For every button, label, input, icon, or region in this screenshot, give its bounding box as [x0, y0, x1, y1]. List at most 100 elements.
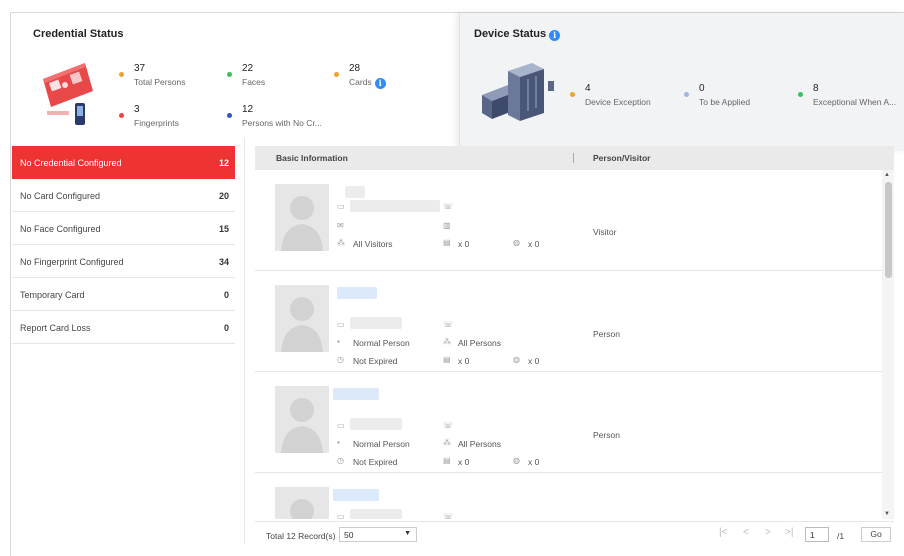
credential-status-panel: Credential Status 37 Total Persons 22 Fa… [11, 13, 459, 151]
page-number-value: 1 [810, 530, 815, 540]
info-icon[interactable]: i [374, 78, 386, 89]
avatar [275, 487, 329, 519]
blurred-name [333, 388, 379, 400]
id-card-icon: ▭ [337, 202, 345, 211]
stat-label: Device Exception [585, 97, 651, 107]
fingerprint-icon: ◍ [513, 456, 520, 465]
filter-item-count: 15 [218, 224, 229, 234]
page-size-select[interactable]: 50 ▼ [339, 527, 417, 542]
table-row[interactable]: ▭ ☏ ▪ Normal Person ⁂ All Persons ◷ Not … [255, 372, 882, 473]
row-card-count: x 0 [458, 239, 470, 249]
status-dot [227, 113, 232, 118]
stat-value: 0 [699, 83, 705, 94]
filter-item-report-card-loss[interactable]: Report Card Loss 0 [12, 311, 235, 344]
filter-item-count: 20 [218, 191, 229, 201]
clock-icon: ◷ [337, 456, 344, 465]
page-number-input[interactable]: 1 [805, 527, 829, 542]
stat-label: To be Applied [699, 97, 751, 107]
stat-label: Fingerprints [134, 118, 179, 128]
stat-value: 4 [585, 83, 591, 94]
table-row[interactable]: ▭ ☏ ▪ Normal Person ⁂ All Persons ◷ Not … [255, 271, 882, 372]
row-person-type: Person [593, 430, 620, 440]
status-dot [227, 72, 232, 77]
filter-item-label: Report Card Loss [20, 323, 91, 333]
first-page-icon[interactable]: |< [719, 527, 727, 538]
group-icon: ⁂ [443, 438, 451, 447]
stat-value: 12 [242, 104, 254, 115]
device-status-title: Device Status i [474, 28, 561, 41]
stat-value: 37 [134, 63, 146, 74]
filter-item-label: Temporary Card [20, 290, 85, 300]
scroll-down-icon[interactable]: ▼ [884, 511, 890, 517]
row-group: All Visitors [353, 239, 393, 249]
table-header: Basic Information Person/Visitor [255, 146, 894, 170]
scroll-up-icon[interactable]: ▲ [884, 172, 890, 178]
row-card-count: x 0 [458, 356, 470, 366]
scrollbar[interactable]: ▲ ▼ [882, 170, 894, 519]
filter-item-label: No Face Configured [20, 224, 101, 234]
go-button[interactable]: Go [861, 527, 891, 542]
filter-item-temporary-card[interactable]: Temporary Card 0 [12, 278, 235, 311]
row-fingerprint-count: x 0 [528, 356, 540, 366]
credential-status-title: Credential Status [33, 28, 124, 40]
total-records: Total 12 Record(s) [266, 531, 336, 541]
id-card-icon: ▭ [337, 512, 345, 520]
group-icon: ⁂ [443, 337, 451, 346]
filter-item-label: No Credential Configured [20, 158, 122, 168]
row-group: All Persons [458, 338, 501, 348]
info-icon[interactable]: i [549, 30, 561, 41]
stat-label: Persons with No Cr... [242, 118, 322, 128]
phone-icon: ☏ [443, 512, 454, 520]
blurred-name [337, 287, 377, 299]
stat-label-text: Cards [349, 77, 372, 87]
filter-item-no-card[interactable]: No Card Configured 20 [12, 179, 235, 212]
person-placeholder-icon [281, 398, 323, 453]
column-separator [573, 153, 574, 163]
table-row[interactable]: ▭ ☏ [255, 473, 882, 519]
column-header-person-visitor[interactable]: Person/Visitor [593, 153, 650, 163]
filter-item-no-face[interactable]: No Face Configured 15 [12, 212, 235, 245]
blurred-name [333, 489, 379, 501]
group-icon: ⁂ [337, 238, 345, 247]
fingerprint-icon: ◍ [513, 238, 520, 247]
stat-label: Total Persons [134, 77, 186, 87]
person-type-icon: ▪ [337, 438, 340, 447]
table-body: ▭ ☏ ✉ ▥ ⁂ All Visitors ▤ x 0 ◍ x 0 Visit… [255, 170, 882, 519]
filter-item-label: No Fingerprint Configured [20, 257, 124, 267]
row-group: All Persons [458, 439, 501, 449]
stat-label: Cards i [349, 77, 386, 89]
blurred-id [350, 200, 440, 212]
row-person-type: Person [593, 329, 620, 339]
prev-page-icon[interactable]: < [743, 527, 749, 538]
last-page-icon[interactable]: >| [785, 527, 793, 538]
credential-illustration [43, 63, 93, 125]
building-icon: ▥ [443, 221, 451, 230]
blurred-id [350, 317, 402, 329]
next-page-icon[interactable]: > [765, 527, 771, 538]
column-header-basic-info[interactable]: Basic Information [276, 153, 348, 163]
pagination-bar: Total 12 Record(s) 50 ▼ |< < > >| 1 /1 G… [255, 521, 894, 544]
scroll-thumb[interactable] [885, 182, 892, 278]
table-row[interactable]: ▭ ☏ ✉ ▥ ⁂ All Visitors ▤ x 0 ◍ x 0 Visit… [255, 170, 882, 271]
device-illustration [482, 63, 554, 121]
email-icon: ✉ [337, 221, 344, 230]
status-dot [119, 72, 124, 77]
card-icon: ▤ [443, 238, 451, 247]
row-card-count: x 0 [458, 457, 470, 467]
avatar [275, 184, 329, 251]
avatar [275, 285, 329, 352]
blurred-id [350, 418, 402, 430]
filter-item-no-credential[interactable]: No Credential Configured 12 [12, 146, 235, 179]
chevron-down-icon: ▼ [404, 530, 411, 537]
row-person-category: Normal Person [353, 338, 410, 348]
filter-item-no-fingerprint[interactable]: No Fingerprint Configured 34 [12, 245, 235, 278]
device-status-title-text: Device Status [474, 28, 547, 40]
status-dot [684, 92, 689, 97]
filter-item-count: 0 [223, 290, 229, 300]
credential-filter-list: No Credential Configured 12 No Card Conf… [12, 146, 235, 344]
stat-label: Faces [242, 77, 266, 87]
device-status-panel: Device Status i 4 Device Exception 0 To b… [459, 13, 904, 151]
card-icon: ▤ [443, 456, 451, 465]
person-placeholder-icon [281, 297, 323, 352]
filter-item-label: No Card Configured [20, 191, 101, 201]
